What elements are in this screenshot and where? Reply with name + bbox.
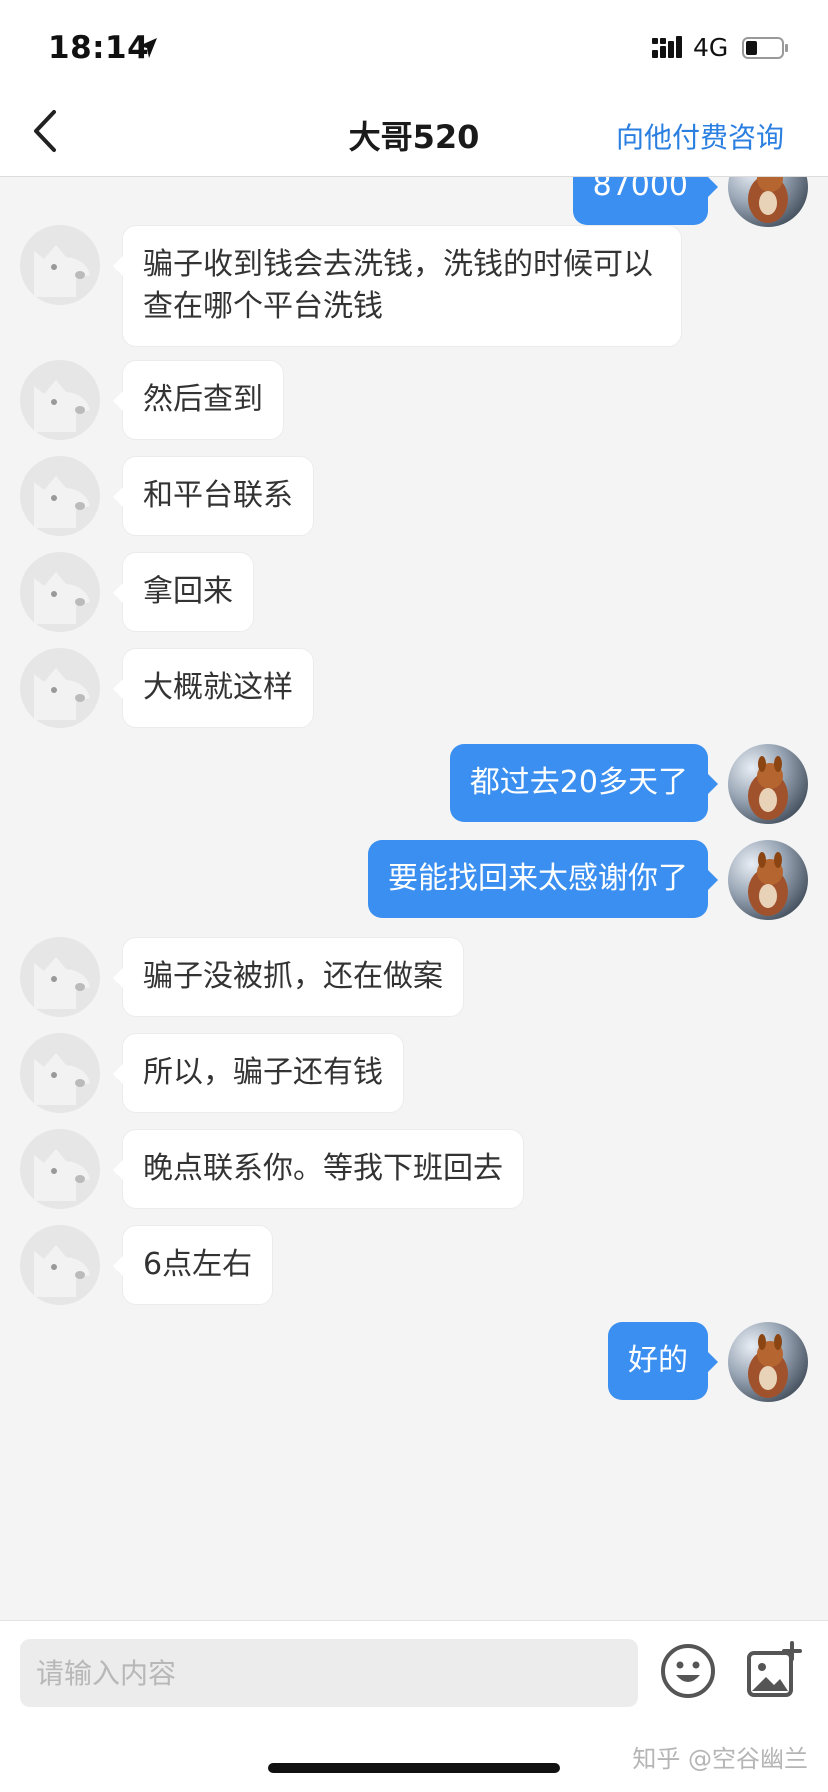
default-dog-avatar-icon bbox=[34, 1149, 90, 1201]
composer-bar: 知乎 @空谷幽兰 bbox=[0, 1620, 828, 1792]
network-type: 4G bbox=[693, 33, 729, 62]
incoming-bubble[interactable]: 和平台联系 bbox=[113, 456, 314, 536]
contact-avatar[interactable] bbox=[20, 360, 100, 440]
contact-avatar[interactable] bbox=[20, 1129, 100, 1209]
incoming-bubble[interactable]: 所以，骗子还有钱 bbox=[113, 1033, 404, 1113]
contact-avatar[interactable] bbox=[20, 552, 100, 632]
my-avatar[interactable] bbox=[728, 1322, 808, 1402]
incoming-bubble[interactable]: 拿回来 bbox=[113, 552, 254, 632]
battery-icon bbox=[742, 37, 788, 59]
incoming-bubble[interactable]: 晚点联系你。等我下班回去 bbox=[113, 1129, 524, 1209]
add-image-button[interactable] bbox=[746, 1641, 802, 1699]
default-dog-avatar-icon bbox=[34, 245, 90, 297]
default-dog-avatar-icon bbox=[34, 1245, 90, 1297]
squirrel-avatar-icon bbox=[748, 177, 788, 223]
default-dog-avatar-icon bbox=[34, 957, 90, 1009]
emoji-button[interactable] bbox=[660, 1643, 716, 1699]
home-indicator bbox=[268, 1763, 560, 1773]
incoming-bubble[interactable]: 骗子没被抓，还在做案 bbox=[113, 937, 464, 1017]
status-time: 18:14 bbox=[48, 30, 150, 66]
squirrel-avatar-icon bbox=[748, 852, 788, 916]
contact-avatar[interactable] bbox=[20, 456, 100, 536]
chat-screen: 18:14 4G 大哥520 向他付费咨询 87000 骗子收到钱会去洗钱，洗钱… bbox=[0, 0, 828, 1792]
default-dog-avatar-icon bbox=[34, 380, 90, 432]
add-image-icon bbox=[747, 1641, 802, 1697]
smiley-icon bbox=[661, 1644, 715, 1698]
default-dog-avatar-icon bbox=[34, 572, 90, 624]
squirrel-avatar-icon bbox=[748, 1334, 788, 1398]
outgoing-bubble[interactable]: 87000 bbox=[572, 177, 719, 225]
my-avatar[interactable] bbox=[728, 840, 808, 920]
default-dog-avatar-icon bbox=[34, 668, 90, 720]
incoming-bubble[interactable]: 然后查到 bbox=[113, 360, 284, 440]
contact-avatar[interactable] bbox=[20, 225, 100, 305]
contact-avatar[interactable] bbox=[20, 1033, 100, 1113]
contact-avatar[interactable] bbox=[20, 648, 100, 728]
watermark: 知乎 @空谷幽兰 bbox=[632, 1745, 808, 1773]
outgoing-bubble[interactable]: 好的 bbox=[608, 1322, 718, 1400]
contact-avatar[interactable] bbox=[20, 937, 100, 1017]
message-list[interactable]: 87000 骗子收到钱会去洗钱，洗钱的时候可以查在哪个平台洗钱 然后查到 和平台… bbox=[0, 177, 828, 1619]
squirrel-avatar-icon bbox=[748, 756, 788, 820]
my-avatar[interactable] bbox=[728, 177, 808, 227]
outgoing-bubble[interactable]: 要能找回来太感谢你了 bbox=[368, 840, 718, 918]
status-bar: 18:14 4G bbox=[0, 0, 828, 92]
message-input[interactable] bbox=[20, 1639, 638, 1707]
location-arrow-icon bbox=[139, 38, 157, 58]
default-dog-avatar-icon bbox=[34, 1053, 90, 1105]
incoming-bubble[interactable]: 6点左右 bbox=[112, 1225, 274, 1305]
incoming-bubble[interactable]: 大概就这样 bbox=[113, 648, 314, 728]
signal-icon bbox=[652, 36, 682, 58]
outgoing-bubble[interactable]: 都过去20多天了 bbox=[449, 744, 719, 822]
default-dog-avatar-icon bbox=[34, 476, 90, 528]
incoming-bubble[interactable]: 骗子收到钱会去洗钱，洗钱的时候可以查在哪个平台洗钱 bbox=[113, 225, 682, 347]
nav-bar: 大哥520 向他付费咨询 bbox=[0, 92, 828, 177]
my-avatar[interactable] bbox=[728, 744, 808, 824]
paid-consult-button[interactable]: 向他付费咨询 bbox=[616, 116, 784, 156]
contact-avatar[interactable] bbox=[20, 1225, 100, 1305]
